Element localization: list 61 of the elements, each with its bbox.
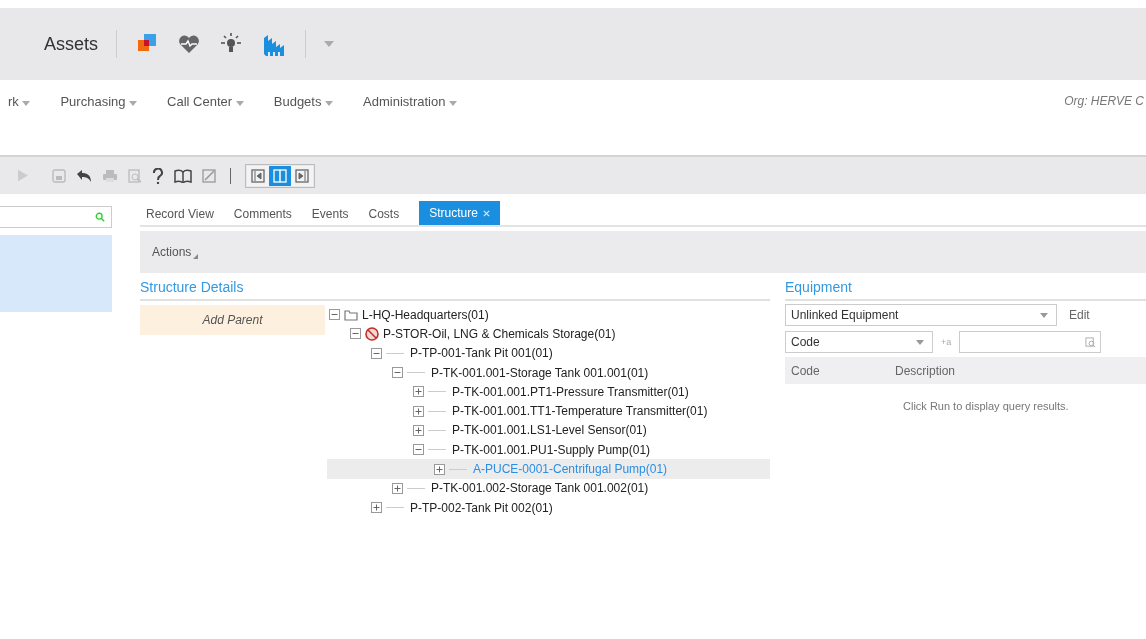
layout-button[interactable] — [247, 165, 269, 186]
toggle-icon[interactable] — [413, 444, 424, 456]
caret-icon — [1040, 312, 1048, 318]
tree-node[interactable]: P-TP-001-Tank Pit 001(01) — [410, 346, 553, 361]
caret-icon — [916, 339, 924, 345]
help-icon[interactable] — [152, 167, 164, 184]
menu-item[interactable]: Call Center — [167, 94, 244, 155]
section-title: Equipment — [785, 279, 1146, 301]
toggle-icon[interactable] — [413, 386, 424, 398]
menu-item[interactable]: Administration — [363, 94, 458, 155]
filter-field-dropdown[interactable]: Code — [785, 331, 933, 353]
layout-button[interactable] — [269, 165, 291, 186]
organization-label: Org: HERVE C — [1064, 94, 1145, 110]
toggle-icon[interactable] — [413, 424, 424, 436]
tab[interactable]: Costs — [368, 203, 400, 225]
layout-button[interactable] — [291, 165, 313, 186]
search-field[interactable] — [0, 206, 112, 228]
toggle-icon[interactable] — [329, 309, 340, 321]
tab[interactable]: Events — [311, 203, 349, 225]
dataspy-dropdown[interactable]: Unlinked Equipment — [785, 304, 1057, 326]
corner-caret-icon — [193, 254, 199, 259]
menu-item[interactable]: Purchasing — [60, 94, 138, 155]
book-icon[interactable] — [174, 168, 192, 183]
tree-node[interactable]: P-TK-001.001-Storage Tank 001.001(01) — [431, 365, 649, 380]
toggle-icon[interactable] — [392, 482, 403, 494]
toggle-icon[interactable] — [392, 367, 403, 379]
tree-node[interactable]: P-TK-001.001.LS1-Level Sensor(01) — [452, 423, 647, 438]
actions-menu[interactable]: Actions — [152, 245, 199, 259]
column-header[interactable]: Code — [785, 363, 895, 378]
tree-node[interactable]: P-TK-001.001.TT1-Temperature Transmitter(01) — [452, 404, 708, 419]
tree-node[interactable]: P-TK-001.001.PT1-Pressure Transmitter(01) — [452, 384, 689, 399]
edit-link[interactable]: Edit — [1069, 308, 1090, 322]
toggle-icon[interactable] — [434, 463, 445, 475]
tree-node[interactable]: P-TK-001.001.PU1-Supply Pump(01) — [452, 442, 651, 457]
caret-icon — [449, 101, 458, 106]
close-icon[interactable] — [482, 209, 490, 217]
prohibited-icon — [365, 326, 379, 341]
module-title: Assets — [44, 33, 99, 55]
menu-item[interactable]: rk — [8, 94, 31, 155]
tab[interactable]: Record View — [146, 203, 214, 225]
filter-input[interactable] — [959, 331, 1102, 353]
column-header[interactable]: Description — [895, 363, 956, 378]
add-parent-button[interactable]: Add Parent — [140, 305, 325, 335]
empty-message: Click Run to display query results. — [902, 399, 1070, 412]
toggle-icon[interactable] — [350, 328, 361, 340]
caret-icon — [129, 101, 138, 106]
tree-node[interactable]: L-HQ-Headquarters(01) — [362, 307, 489, 322]
folder-icon — [344, 308, 358, 321]
caret-icon — [22, 101, 31, 106]
toggle-icon[interactable] — [371, 502, 382, 514]
menu-item[interactable]: Budgets — [273, 94, 334, 155]
caret-icon — [235, 101, 244, 106]
tree-node[interactable]: P-TP-002-Tank Pit 002(01) — [410, 500, 553, 515]
tab[interactable]: Comments — [233, 203, 292, 225]
tree-node[interactable]: P-TK-001.002-Storage Tank 001.002(01) — [431, 481, 649, 496]
toggle-icon[interactable] — [413, 405, 424, 417]
caret-icon — [325, 101, 334, 106]
undo-icon[interactable] — [76, 168, 92, 183]
section-title: Structure Details — [140, 279, 770, 301]
tree-node[interactable]: P-STOR-Oil, LNG & Chemicals Storage(01) — [383, 326, 616, 341]
toggle-icon[interactable] — [371, 347, 382, 359]
